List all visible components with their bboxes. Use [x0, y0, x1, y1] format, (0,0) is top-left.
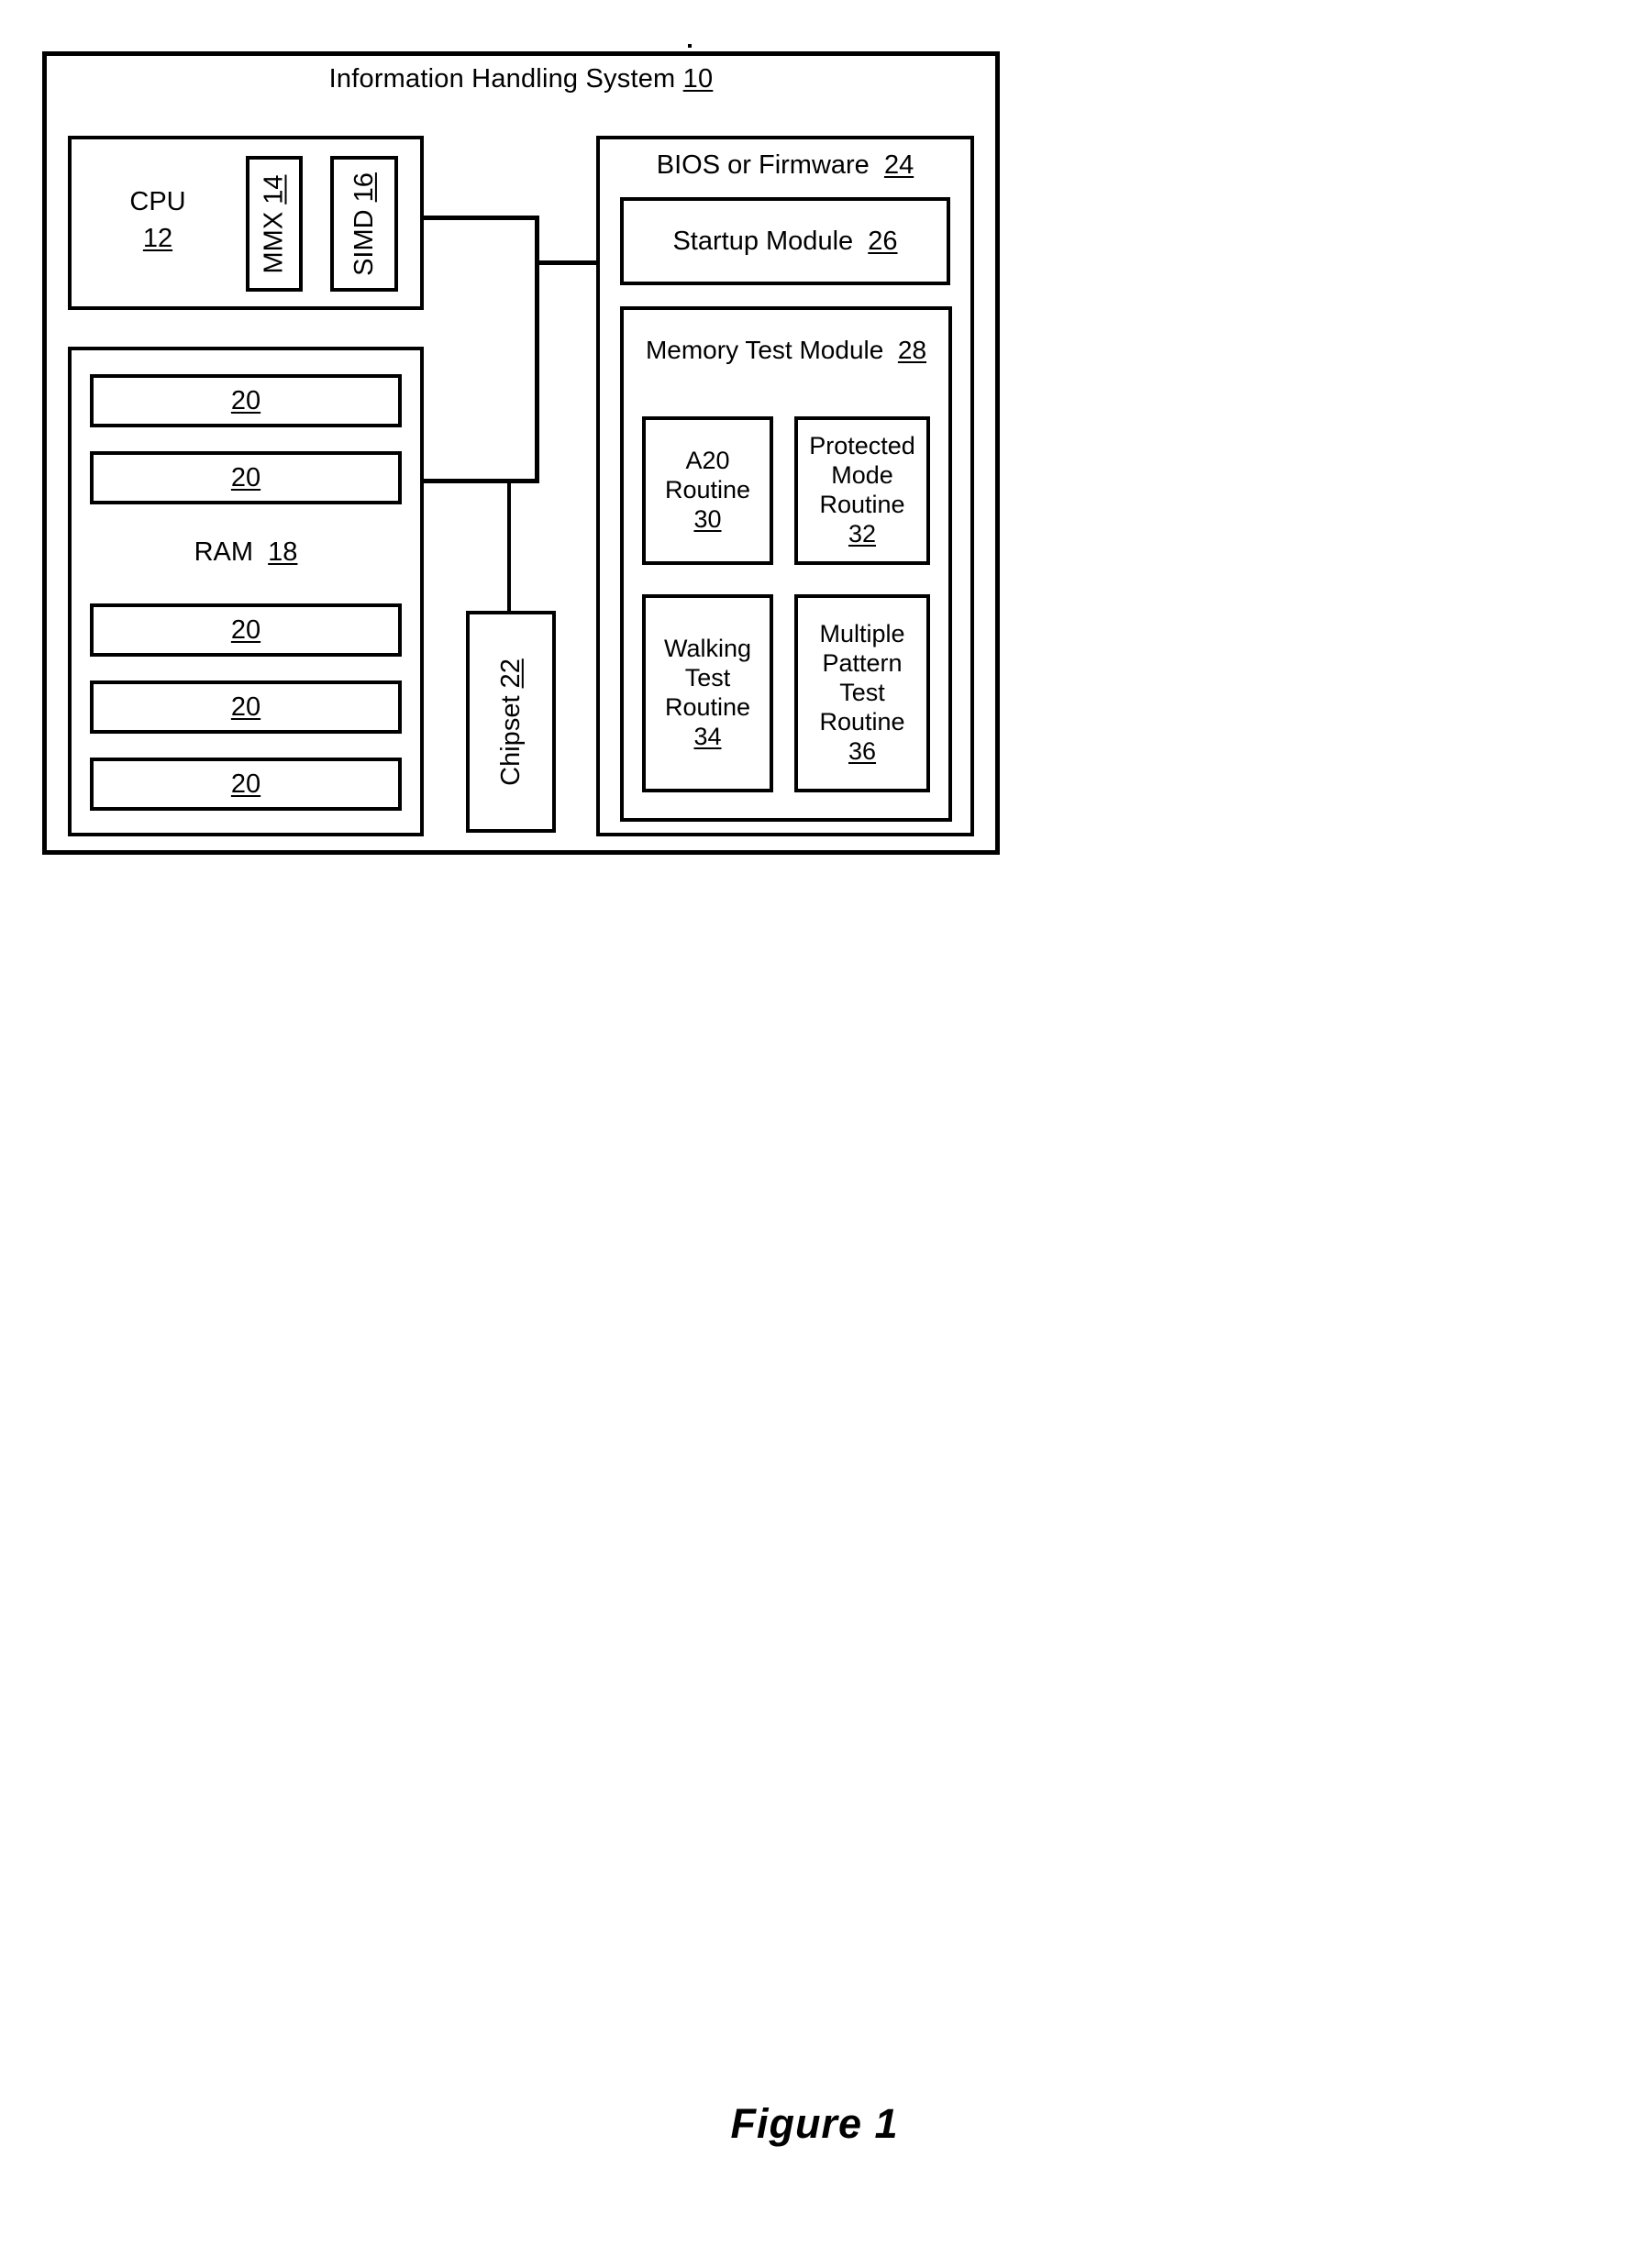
ram-label-text: RAM [194, 537, 254, 567]
memory-test-module-title: Memory Test Module 28 [620, 336, 952, 364]
routine-line-3: Routine [664, 693, 751, 721]
simd-unit-text: SIMD 16 [349, 171, 379, 276]
ram-slot: 20 [90, 603, 402, 657]
memory-test-module-ref: 28 [897, 336, 927, 364]
ram-slot-ref: 20 [230, 614, 261, 645]
ram-slot-ref: 20 [230, 385, 261, 415]
walking-test-routine-ref: 34 [693, 722, 722, 750]
ram-slot-ref: 20 [230, 769, 261, 799]
mmx-unit-label: MMX 14 [246, 156, 303, 292]
protected-mode-routine-ref: 32 [848, 519, 877, 548]
multiple-pattern-test-routine-label: Multiple Pattern Test Routine 36 [819, 620, 904, 766]
system-title-ref: 10 [682, 64, 714, 94]
walking-test-routine-label: Walking Test Routine 34 [664, 635, 751, 751]
ram-slot: 20 [90, 680, 402, 734]
routine-line-1: A20 [685, 447, 730, 475]
cpu-ref: 12 [142, 224, 173, 254]
wire-bus-vertical [535, 216, 539, 483]
routine-line-1: Multiple [819, 620, 905, 648]
startup-module-label: Startup Module 26 [620, 197, 950, 285]
protected-mode-routine-label: Protected Mode Routine 32 [809, 432, 915, 548]
a20-routine-ref: 30 [693, 504, 722, 533]
protected-mode-routine-box: Protected Mode Routine 32 [794, 416, 930, 565]
a20-routine-box: A20 Routine 30 [642, 416, 773, 565]
system-title-text: Information Handling System [328, 64, 676, 94]
ram-label: RAM 18 [90, 537, 402, 567]
scan-speck [688, 44, 692, 48]
routine-line-2: Test [684, 664, 731, 692]
routine-line-2: Pattern [822, 649, 903, 678]
ram-slot-ref: 20 [230, 691, 261, 722]
startup-module-text: Startup Module [672, 226, 854, 256]
bios-or-firmware-title: BIOS or Firmware 24 [596, 150, 974, 180]
simd-unit-label: SIMD 16 [330, 156, 398, 292]
ram-slot: 20 [90, 451, 402, 504]
patent-figure-page: Information Handling System 10 CPU 12 MM… [0, 0, 1629, 2268]
chipset-label: Chipset 22 [466, 611, 556, 833]
wire-cpu-to-bus [422, 216, 539, 220]
ram-ref: 18 [268, 537, 298, 567]
wire-bus-to-bios [535, 260, 599, 265]
bios-title-ref: 24 [883, 150, 914, 180]
ram-slot: 20 [90, 758, 402, 811]
information-handling-system-title: Information Handling System 10 [42, 64, 1000, 94]
wire-bus-to-chipset [507, 479, 511, 613]
multiple-pattern-test-routine-ref: 36 [848, 736, 877, 765]
routine-line-3: Routine [819, 491, 905, 518]
bios-title-text: BIOS or Firmware [656, 150, 870, 180]
memory-test-module-text: Memory Test Module [645, 336, 884, 364]
startup-module-ref: 26 [868, 226, 898, 256]
walking-test-routine-box: Walking Test Routine 34 [642, 594, 773, 792]
ram-slot: 20 [90, 374, 402, 427]
cpu-label-text: CPU [129, 187, 186, 216]
figure-caption: Figure 1 [730, 2100, 899, 2147]
routine-line-2: Mode [831, 461, 893, 490]
cpu-label: CPU 12 [84, 187, 231, 254]
routine-line-2: Routine [664, 476, 751, 504]
routine-line-1: Walking [663, 635, 752, 663]
routine-line-1: Protected [809, 432, 915, 460]
ram-slot-ref: 20 [230, 462, 261, 492]
routine-line-3: Test [839, 679, 885, 707]
multiple-pattern-test-routine-box: Multiple Pattern Test Routine 36 [794, 594, 930, 792]
mmx-unit-text: MMX 14 [259, 174, 289, 273]
routine-line-4: Routine [819, 707, 905, 736]
wire-ram-to-bus [422, 479, 539, 483]
chipset-text: Chipset 22 [495, 658, 526, 786]
a20-routine-label: A20 Routine 30 [665, 447, 750, 535]
